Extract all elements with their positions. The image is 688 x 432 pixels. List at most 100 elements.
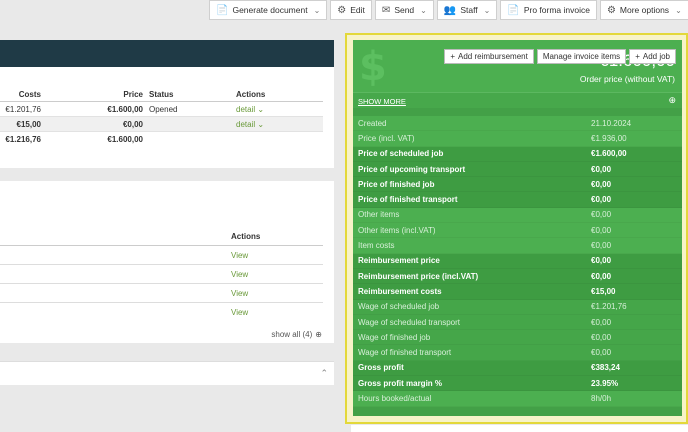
- view-link[interactable]: View: [231, 289, 248, 298]
- chevron-down-icon: ⌄: [420, 5, 427, 15]
- summary-row-value: €0,00: [591, 210, 612, 220]
- send-button[interactable]: ✉ Send ⌄: [374, 0, 434, 20]
- summary-row: Created 21.10.2024: [353, 116, 682, 132]
- summary-row-value: €0,00: [591, 317, 612, 327]
- summary-row-value: 8h/0h: [591, 393, 612, 403]
- summary-row-label: Wage of scheduled transport: [358, 317, 460, 327]
- summary-row: Item costs €0,00: [353, 238, 682, 254]
- edit-button[interactable]: ⚙ Edit: [330, 0, 372, 20]
- detail-label: detail: [236, 119, 256, 129]
- summary-rows: Created 21.10.2024 Price (incl. VAT) €1.936…: [353, 116, 682, 407]
- column-actions: Actions: [236, 89, 266, 99]
- chevron-circle-icon: ⊕: [315, 330, 322, 339]
- table-row: View: [0, 246, 323, 265]
- view-link[interactable]: View: [231, 308, 248, 317]
- total-price: €1.600,00: [107, 135, 143, 144]
- panel-below: [351, 425, 688, 432]
- summary-row: Reimbursement costs €15,00: [353, 284, 682, 300]
- table-row: €1.201,76 €1.600,00 Opened detail ⌄: [0, 102, 323, 117]
- row-costs: €1.201,76: [5, 104, 41, 114]
- chevron-down-icon: ⌄: [483, 5, 491, 15]
- summary-row: Wage of finished job €0,00: [353, 330, 682, 346]
- generate-document-button[interactable]: 📄 Generate document ⌄: [209, 0, 328, 20]
- summary-row-value: €0,00: [591, 241, 612, 251]
- summary-row-label: Gross profit: [358, 363, 404, 373]
- manage-invoice-items-button[interactable]: Manage invoice items: [536, 49, 627, 64]
- summary-row-value: €0,00: [591, 271, 612, 281]
- summary-row-label: Created: [358, 118, 387, 128]
- total-costs: €1.216,76: [5, 135, 41, 144]
- detail-label: detail: [236, 104, 256, 114]
- column-costs: Costs: [18, 89, 41, 99]
- edit-label: Edit: [350, 5, 365, 15]
- pro-forma-invoice-button[interactable]: 📄 Pro forma invoice: [500, 0, 597, 20]
- more-options-button[interactable]: ⚙ More options ⌄: [599, 0, 688, 20]
- summary-row-value: €0,00: [591, 348, 612, 358]
- column-status: Status: [149, 89, 174, 99]
- collapsed-panel: ⌃: [0, 361, 334, 385]
- detail-link[interactable]: detail ⌄: [236, 105, 264, 114]
- summary-row-value: €1.201,76: [591, 302, 627, 312]
- summary-row-label: Price of finished job: [358, 179, 435, 189]
- summary-row-label: Item costs: [358, 241, 395, 251]
- document-icon: 📄: [216, 4, 229, 16]
- chevron-circle-icon: ⊕: [668, 95, 676, 105]
- chevron-down-icon: ⌄: [675, 5, 682, 15]
- summary-row: Other items (incl.VAT) €0,00: [353, 223, 682, 239]
- toolbar: 📄 Generate document ⌄ ⚙ Edit ✉ Send ⌄ 👥 …: [209, 0, 688, 20]
- summary-row-label: Reimbursement price (incl.VAT): [358, 271, 479, 281]
- show-more-bar[interactable]: SHOW MORE ⊕: [353, 92, 682, 108]
- detail-link[interactable]: detail ⌄: [236, 120, 264, 129]
- plus-icon: +: [635, 52, 640, 61]
- summary-row-label: Price of scheduled job: [358, 149, 444, 159]
- summary-row-value: €0,00: [591, 195, 612, 205]
- summary-row-label: Price of finished transport: [358, 195, 458, 205]
- summary-row-label: Reimbursement costs: [358, 286, 442, 296]
- view-link[interactable]: View: [231, 251, 248, 260]
- users-icon: 👥: [443, 4, 457, 16]
- gear-icon: ⚙: [606, 4, 616, 16]
- summary-row-value: €15,00: [591, 286, 616, 296]
- order-summary-panel: $ €1.600,00 Order price (without VAT) SH…: [353, 40, 682, 416]
- chevron-up-icon[interactable]: ⌃: [320, 368, 328, 379]
- summary-row: Price of scheduled job €1.600,00: [353, 146, 682, 162]
- more-options-label: More options: [619, 5, 670, 15]
- table-row: View: [0, 303, 323, 322]
- jobs-table-header: Costs Price Status Actions: [0, 87, 323, 102]
- summary-row-label: Other items (incl.VAT): [358, 225, 436, 235]
- send-label: Send: [394, 5, 415, 15]
- summary-row: Price of finished transport €0,00: [353, 192, 682, 208]
- summary-row-value: €0,00: [591, 332, 612, 342]
- chevron-down-icon: ⌄: [257, 119, 265, 129]
- chevron-down-icon: ⌄: [313, 5, 321, 15]
- manage-invoice-items-label: Manage invoice items: [542, 52, 621, 61]
- show-more-link[interactable]: SHOW MORE: [358, 97, 406, 106]
- summary-row-value: €0,00: [591, 225, 612, 235]
- gear-icon: ⚙: [337, 4, 347, 16]
- view-link[interactable]: View: [231, 270, 248, 279]
- jobs-table: Costs Price Status Actions €1.201,76 €1.…: [0, 87, 323, 147]
- summary-row-label: Price (incl. VAT): [358, 133, 415, 143]
- row-costs: €15,00: [16, 119, 41, 129]
- summary-row: Gross profit €383,24: [353, 360, 682, 377]
- pro-forma-invoice-label: Pro forma invoice: [523, 5, 590, 15]
- column-price: Price: [123, 89, 143, 99]
- summary-row-label: Wage of finished job: [358, 332, 431, 342]
- summary-row: Other items €0,00: [353, 207, 682, 224]
- summary-row: Gross profit margin % 23.95%: [353, 376, 682, 392]
- summary-row: Price of finished job €0,00: [353, 177, 682, 193]
- table-row: View: [0, 265, 323, 284]
- staff-button[interactable]: 👥 Staff ⌄: [436, 0, 498, 20]
- summary-row: Reimbursement price €0,00: [353, 253, 682, 269]
- table-row: €15,00 €0,00 detail ⌄: [0, 117, 323, 132]
- summary-row: Wage of scheduled transport €0,00: [353, 314, 682, 331]
- staff-label: Staff: [460, 5, 478, 15]
- show-all-link[interactable]: show all (4) ⊕: [271, 330, 322, 339]
- row-price: €1.600,00: [107, 104, 143, 114]
- summary-row-value: 21.10.2024: [591, 118, 632, 128]
- plus-icon: +: [450, 52, 455, 61]
- add-job-button[interactable]: + Add job: [629, 49, 676, 64]
- add-reimbursement-button[interactable]: + Add reimbursement: [444, 49, 534, 64]
- summary-row-label: Wage of finished transport: [358, 348, 452, 358]
- add-job-label: Add job: [642, 52, 670, 61]
